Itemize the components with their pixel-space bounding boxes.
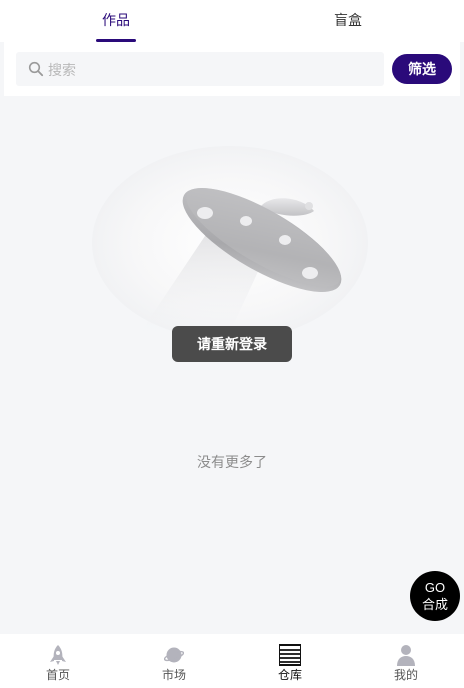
nav-item-mine[interactable]: 我的 (348, 634, 464, 688)
nav-label-mine: 我的 (393, 668, 418, 682)
nav-item-home[interactable]: 首页 (0, 634, 116, 688)
empty-state-ufo-illustration (92, 146, 368, 345)
tab-works[interactable]: 作品 (0, 0, 232, 42)
filter-button[interactable]: 筛选 (392, 54, 452, 84)
user-icon (397, 645, 415, 666)
search-bar: 筛选 (4, 42, 460, 96)
go-synthesize-button[interactable]: GO 合成 (410, 571, 460, 621)
search-icon (28, 61, 44, 77)
nav-item-market[interactable]: 市场 (116, 634, 232, 688)
nav-label-home: 首页 (45, 668, 70, 682)
top-tabs: 作品 盲盒 (0, 0, 464, 42)
nav-item-warehouse[interactable]: 仓库 (232, 634, 348, 688)
bottom-nav: 首页 市场 仓库 我的 (0, 634, 464, 688)
warehouse-icon (279, 644, 301, 666)
planet-icon (164, 647, 184, 663)
rocket-icon (50, 645, 66, 665)
search-box (16, 52, 384, 88)
search-input[interactable] (46, 52, 380, 88)
tab-blind-box[interactable]: 盲盒 (232, 0, 464, 42)
nav-label-warehouse: 仓库 (277, 668, 302, 682)
relogin-toast: 请重新登录 (172, 326, 292, 362)
nav-label-market: 市场 (161, 668, 186, 682)
no-more-text: 没有更多了 (197, 454, 267, 470)
synthesize-label: 合成 (421, 597, 448, 612)
go-label: GO (424, 580, 446, 595)
